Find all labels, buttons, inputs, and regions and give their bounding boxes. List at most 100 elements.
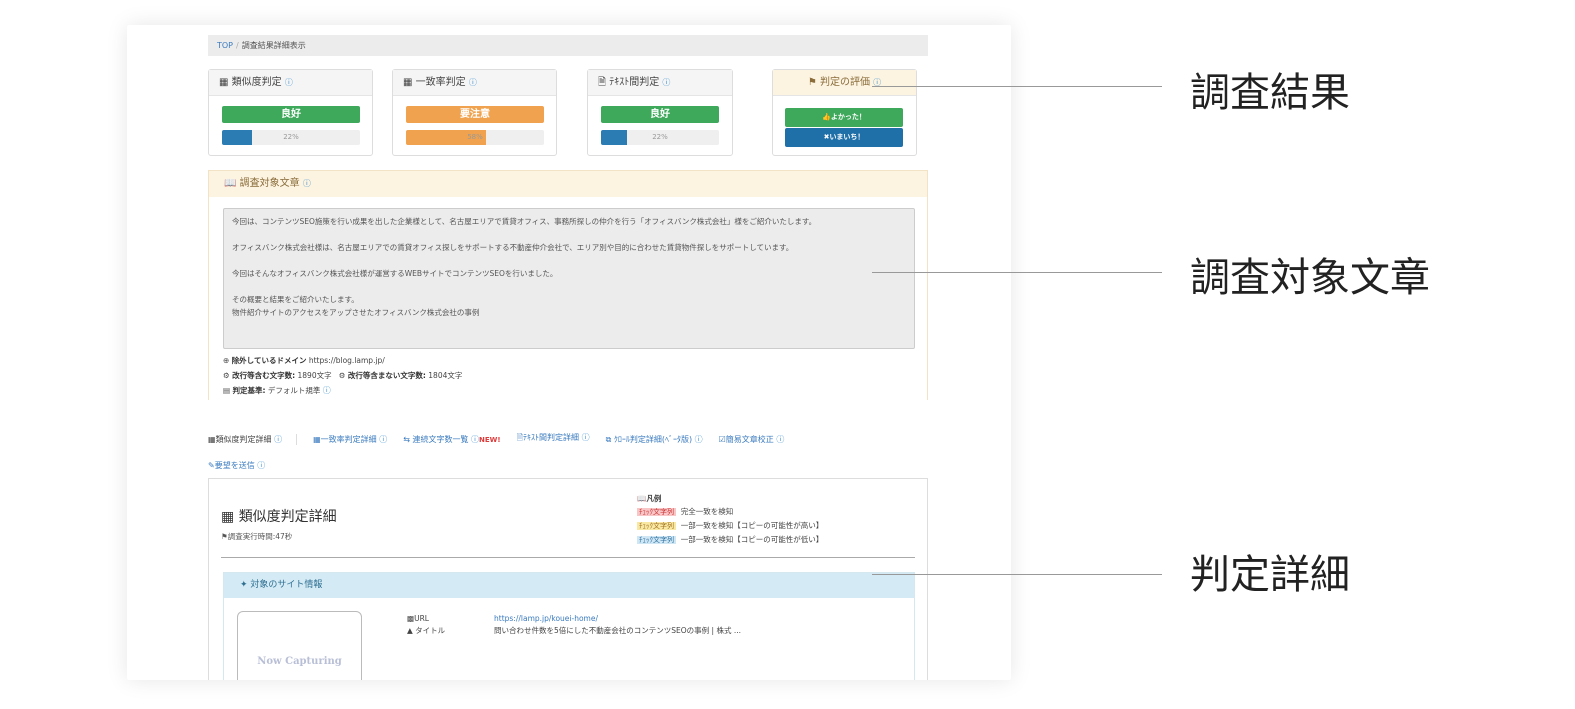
chars-without-breaks: 1804文字 — [428, 371, 463, 380]
site-thumbnail: Now Capturing — [237, 611, 362, 680]
callout-line — [872, 272, 1162, 273]
help-icon[interactable]: ⓘ — [469, 78, 477, 87]
book-icon: 📖 — [637, 494, 647, 503]
callout-detail: 判定詳細 — [1190, 552, 1350, 598]
similarity-progress-bar: 22% — [222, 130, 360, 145]
match-progress-bar: 58% — [406, 130, 544, 145]
similarity-detail-section: ▦ 類似度判定詳細 ⚑調査実行時間:47秒 📖凡例 ﾁｪｯｸ文字列 完全一致を検… — [208, 478, 928, 680]
evaluation-panel: ⚑ 判定の評価 ⓘ 👍よかった！ ✖いまいち！ — [772, 69, 917, 156]
tab-consecutive-chars[interactable]: ⇆ 連続文字数一覧 ⓘNEW! — [403, 434, 500, 445]
chars-with-breaks: 1890文字 — [297, 371, 332, 380]
target-text-header: 📖 調査対象文章 ⓘ — [209, 171, 927, 197]
callout-line — [872, 86, 1162, 87]
globe-icon: ⊕ — [223, 356, 230, 365]
help-icon[interactable]: ⓘ — [285, 78, 293, 87]
site-url-link[interactable]: https://lamp.jp/kouei-home/ — [494, 614, 598, 623]
match-panel-header: ▦ 一致率判定 ⓘ — [393, 70, 556, 96]
book-icon: 📖 — [224, 178, 237, 189]
legend-item: ﾁｪｯｸ文字列 一部一致を検知【コピーの可能性が低い】 — [637, 535, 824, 544]
site-info-header: ✦ 対象のサイト情報 — [224, 573, 914, 598]
bar-chart-icon: ▦ — [219, 77, 229, 88]
site-page-title: 問い合わせ件数を5倍にした不動産会社のコンテンツSEOの事例 | 株式 ... — [494, 626, 742, 635]
target-paragraph: オフィスバンク株式会社様は、名古屋エリアでの賃貸オフィス探しをサポートする不動産… — [232, 243, 794, 252]
document-icon: 🗎 — [598, 77, 607, 88]
new-badge: NEW! — [479, 435, 501, 444]
excluded-domain-row: ⊕ 除外しているドメイン https://blog.lamp.jp/ — [223, 356, 385, 365]
text-panel: 🗎 ﾃｷｽﾄ間判定 ⓘ 良好 22% — [587, 69, 733, 156]
detail-time: ⚑調査実行時間:47秒 — [221, 532, 293, 541]
copy-icon: ⧉ — [605, 434, 612, 444]
help-icon[interactable]: ⓘ — [323, 386, 331, 395]
match-verdict-badge: 要注意 — [406, 106, 544, 123]
thumbnail-text: Now Capturing — [257, 656, 342, 667]
excluded-domain: https://blog.lamp.jp/ — [308, 356, 385, 365]
target-text-area[interactable]: 今回は、コンテンツSEO施策を行い成果を出した企業様として、名古屋エリアで賃貸オ… — [223, 208, 915, 349]
target-paragraph: 今回は、コンテンツSEO施策を行い成果を出した企業様として、名古屋エリアで賃貸オ… — [232, 217, 817, 226]
text-panel-header: 🗎 ﾃｷｽﾄ間判定 ⓘ — [588, 70, 732, 96]
tab-match-detail[interactable]: ▦一致率判定詳細 ⓘ — [313, 434, 387, 445]
detail-title: ▦ 類似度判定詳細 — [221, 509, 337, 525]
criteria-row: ▤ 判定基準: デフォルト規準 ⓘ — [223, 386, 331, 395]
match-title: 一致率判定 — [415, 77, 466, 88]
site-info-box: ✦ 対象のサイト情報 Now Capturing ▩URL https://lam… — [223, 572, 915, 680]
screenshot-frame: TOP / 調査結果詳細表示 ▦ 類似度判定 ⓘ 良好 22% ▦ 一致率判定 ⓘ … — [127, 25, 1011, 680]
help-icon[interactable]: ⓘ — [662, 78, 670, 87]
thumbs-up-icon: 👍 — [822, 113, 831, 121]
char-count-row: ⚙ 改行等含む文字数: 1890文字 ⚙ 改行等含まない文字数: 1804文字 — [223, 371, 463, 380]
swap-icon: ⇆ — [403, 434, 410, 444]
tab-text-detail[interactable]: 🗎ﾃｷｽﾄ間判定詳細 ⓘ — [517, 432, 590, 446]
bar-chart-icon: ▦ — [208, 434, 216, 444]
target-text-title: 調査対象文章 — [239, 178, 300, 189]
callout-target: 調査対象文章 — [1190, 255, 1430, 301]
bad-button[interactable]: ✖いまいち！ — [785, 128, 903, 147]
bar-chart-icon: ▦ — [403, 77, 413, 88]
sitemap-icon: ✦ — [240, 580, 248, 590]
stage: TOP / 調査結果詳細表示 ▦ 類似度判定 ⓘ 良好 22% ▦ 一致率判定 ⓘ … — [0, 0, 1575, 709]
title-row: ▲ タイトル 問い合わせ件数を5倍にした不動産会社のコンテンツSEOの事例 | 株… — [407, 626, 742, 635]
tab-similarity-detail[interactable]: ▦類似度判定詳細 ⓘ — [208, 433, 298, 445]
bar-chart-icon: ▦ — [313, 434, 321, 444]
tab-proofreading[interactable]: ☑簡易文章校正 ⓘ — [719, 434, 785, 445]
gears-icon: ⚙ — [223, 371, 230, 380]
similarity-title: 類似度判定 — [231, 77, 282, 88]
check-icon: ☑ — [718, 434, 726, 444]
legend-title: 📖凡例 — [637, 494, 662, 503]
tab-crawl-detail[interactable]: ⧉ ｸﾛｰﾙ判定詳細(ﾍﾞｰﾀ版) ⓘ — [606, 434, 703, 445]
pencil-icon: ✎ — [208, 460, 215, 470]
breadcrumb-current: 調査結果詳細表示 — [241, 41, 306, 50]
breadcrumb-top-link[interactable]: TOP — [217, 41, 233, 50]
text-title: ﾃｷｽﾄ間判定 — [609, 77, 660, 88]
site-info: ▩URL https://lamp.jp/kouei-home/ ▲ タイトル 問い… — [407, 613, 741, 637]
target-paragraph: 今回はそんなオフィスバンク株式会社様が運営するWEBサイトでコンテンツSEOを行… — [232, 269, 558, 278]
breadcrumb-separator: / — [236, 41, 239, 50]
gear-icon: ⚙ — [338, 371, 346, 380]
bar-chart-icon: ▦ — [221, 509, 235, 525]
url-row: ▩URL https://lamp.jp/kouei-home/ — [407, 614, 598, 623]
target-meta: ⊕ 除外しているドメイン https://blog.lamp.jp/ ⚙ 改行等… — [223, 353, 462, 398]
flag-icon: ⚑ — [221, 532, 228, 541]
sitemap-icon: ▲ — [407, 626, 413, 635]
good-button[interactable]: 👍よかった！ — [785, 108, 903, 127]
legend-item: ﾁｪｯｸ文字列 一部一致を検知【コピーの可能性が高い】 — [637, 521, 824, 530]
criteria-value: デフォルト規準 — [267, 386, 321, 395]
callout-result: 調査結果 — [1190, 70, 1350, 116]
similarity-verdict-badge: 良好 — [222, 106, 360, 123]
evaluation-title: 判定の評価 — [819, 77, 870, 88]
callout-line — [872, 574, 1162, 575]
flag-icon: ⚑ — [807, 77, 817, 88]
send-request-link[interactable]: ✎要望を送信 ⓘ — [208, 460, 265, 471]
match-panel: ▦ 一致率判定 ⓘ 要注意 58% — [392, 69, 557, 156]
detail-tabs: ▦類似度判定詳細 ⓘ ▦一致率判定詳細 ⓘ ⇆ 連続文字数一覧 ⓘNEW! 🗎ﾃ… — [208, 431, 928, 473]
legend-item: ﾁｪｯｸ文字列 完全一致を検知 — [637, 507, 734, 516]
target-text-section: 📖 調査対象文章 ⓘ 今回は、コンテンツSEO施策を行い成果を出した企業様として… — [208, 170, 928, 400]
legend: 📖凡例 ﾁｪｯｸ文字列 完全一致を検知 ﾁｪｯｸ文字列 一部一致を検知【コピーの… — [637, 492, 823, 547]
divider — [221, 557, 915, 558]
evaluation-panel-header: ⚑ 判定の評価 ⓘ — [773, 70, 916, 96]
similarity-panel-header: ▦ 類似度判定 ⓘ — [209, 70, 372, 96]
match-percent: 58% — [467, 133, 483, 141]
help-icon[interactable]: ⓘ — [303, 179, 311, 188]
text-percent: 22% — [652, 133, 668, 141]
database-icon: ▤ — [223, 386, 231, 395]
breadcrumb: TOP / 調査結果詳細表示 — [208, 35, 928, 56]
target-paragraph: その概要と結果をご紹介いたします。 物件紹介サイトのアクセスをアップさせたオフィ… — [232, 295, 480, 317]
